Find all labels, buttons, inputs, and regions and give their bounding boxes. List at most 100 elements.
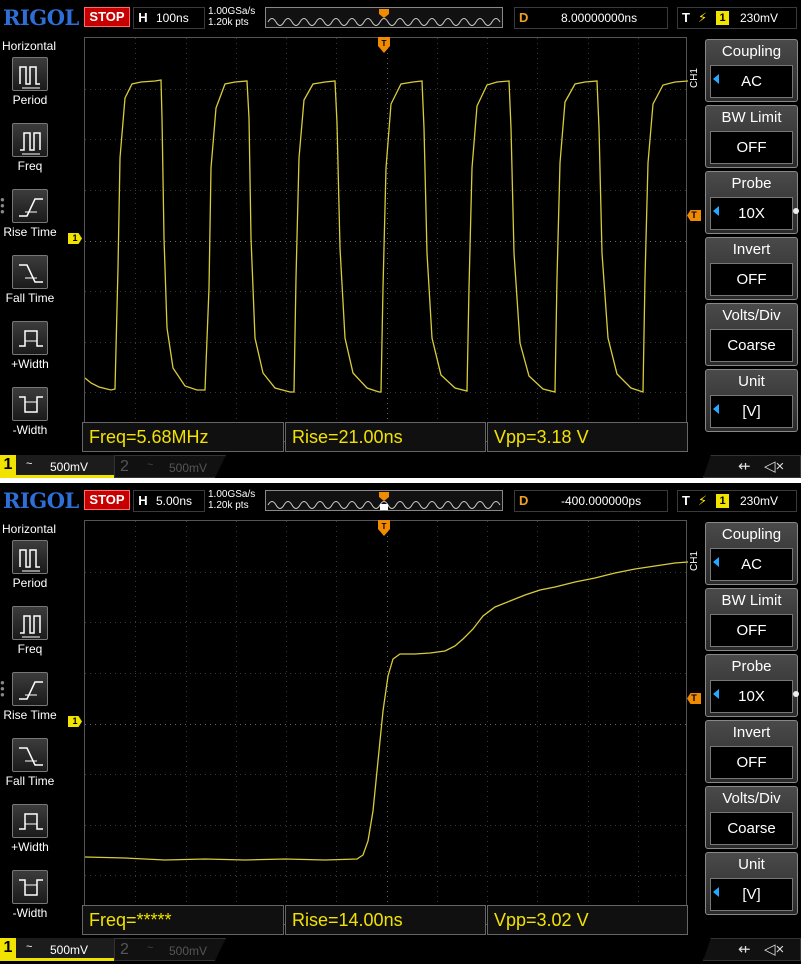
trigger-source: 1	[716, 494, 729, 508]
trigger-level-marker[interactable]: T	[687, 210, 701, 221]
sample-rate: 1.00GSa/s	[208, 489, 256, 500]
timebase-label: H	[136, 10, 150, 26]
probe-value: 10X	[710, 680, 793, 713]
timebase-indicator[interactable]: H 100ns	[133, 7, 205, 29]
speaker-mute-icon[interactable]: ◁×	[764, 942, 784, 958]
measure-period-button[interactable]: Period	[0, 538, 60, 603]
invert-softkey[interactable]: Invert OFF	[705, 720, 798, 783]
run-stop-button[interactable]: STOP	[84, 490, 130, 510]
memory-depth: 1.20k pts	[208, 17, 249, 28]
probe-title: Probe	[731, 175, 772, 192]
ch1-status-tab[interactable]: 1 ~ 500mV	[0, 455, 115, 478]
speaker-mute-icon[interactable]: ◁×	[764, 459, 784, 475]
unit-value: [V]	[710, 395, 793, 428]
delay-indicator[interactable]: D -400.000000ps	[514, 490, 668, 512]
memory-overview-bar	[265, 7, 503, 28]
measure-fall-time-button[interactable]: Fall Time	[0, 253, 60, 318]
measure-freq-button[interactable]: Freq	[0, 604, 60, 669]
ch1-offset-marker[interactable]: 1	[68, 716, 82, 727]
menu-title: Horizontal	[2, 522, 57, 536]
coupling-value: AC	[710, 548, 793, 581]
select-arrow-icon	[713, 887, 719, 897]
unit-softkey[interactable]: Unit [V]	[705, 852, 798, 915]
measure-minus-width-button[interactable]: -Width	[0, 385, 60, 450]
memory-waveform-icon	[267, 9, 501, 26]
plus-width-icon	[12, 321, 48, 355]
ac-coupling-icon: ~	[26, 941, 33, 953]
volts-div-softkey[interactable]: Volts/Div Coarse	[705, 303, 798, 366]
unit-softkey[interactable]: Unit [V]	[705, 369, 798, 432]
bw-limit-softkey[interactable]: BW Limit OFF	[705, 588, 798, 651]
channel-label: CH1	[689, 68, 700, 89]
timebase-value: 5.00ns	[156, 494, 193, 508]
menu-title: Horizontal	[2, 39, 57, 53]
waveform-graticule	[84, 520, 688, 926]
ch2-status-tab[interactable]: 2 ~ 500mV	[114, 938, 226, 961]
volts-div-value: Coarse	[710, 812, 793, 845]
ch1-waveform	[85, 561, 688, 861]
memory-waveform-icon	[267, 492, 501, 510]
trigger-indicator[interactable]: T ⚡︎ 1 230mV	[677, 7, 797, 29]
measure-plus-width-label: +Width	[11, 357, 49, 371]
channel-label: CH1	[689, 551, 700, 572]
acquisition-info: 1.00GSa/s 1.20k pts	[208, 6, 255, 28]
ch1-number: 1	[0, 455, 16, 475]
probe-title: Probe	[731, 658, 772, 675]
ch2-status-tab[interactable]: 2 ~ 500mV	[114, 455, 226, 478]
svg-text:T: T	[382, 39, 387, 48]
measure-minus-width-button[interactable]: -Width	[0, 868, 60, 933]
unit-value-text: [V]	[742, 886, 761, 903]
unit-title: Unit	[738, 373, 765, 390]
bw-limit-softkey[interactable]: BW Limit OFF	[705, 105, 798, 168]
ch2-scale: 500mV	[169, 461, 208, 475]
measure-freq-button[interactable]: Freq	[0, 121, 60, 186]
delay-indicator[interactable]: D 8.00000000ns	[514, 7, 668, 29]
sample-rate: 1.00GSa/s	[208, 6, 256, 17]
coupling-title: Coupling	[721, 43, 782, 60]
acquisition-info: 1.00GSa/s 1.20k pts	[208, 489, 255, 511]
coupling-softkey[interactable]: Coupling AC	[705, 522, 798, 585]
ch1-offset-marker[interactable]: 1	[68, 233, 82, 244]
menu-page-dot	[793, 691, 799, 697]
measure-period-label: Period	[12, 93, 48, 107]
trigger-label: T	[682, 493, 690, 508]
probe-softkey[interactable]: Probe 10X	[705, 654, 798, 717]
timebase-indicator[interactable]: H 5.00ns	[133, 490, 205, 512]
rising-edge-icon: ⚡︎	[698, 493, 708, 508]
select-arrow-icon	[713, 404, 719, 414]
coupling-value-text: AC	[741, 556, 762, 573]
volts-div-softkey[interactable]: Volts/Div Coarse	[705, 786, 798, 849]
trigger-level-marker[interactable]: T	[687, 693, 701, 704]
measure-period-button[interactable]: Period	[0, 55, 60, 120]
run-stop-button[interactable]: STOP	[84, 7, 130, 27]
measure-rise-time-label: Rise Time	[3, 708, 57, 722]
trigger-level: 230mV	[740, 11, 779, 25]
timebase-label: H	[136, 493, 150, 509]
bw-limit-title: BW Limit	[721, 592, 782, 609]
measurement-vpp: Vpp=3.02 V	[487, 905, 688, 935]
measure-plus-width-button[interactable]: +Width	[0, 802, 60, 867]
waveform-graticule	[84, 37, 688, 443]
minus-width-icon	[12, 870, 48, 904]
measure-rise-time-button[interactable]: Rise Time	[0, 187, 60, 252]
menu-page-dots: ● ● ●	[0, 195, 5, 216]
measure-fall-time-button[interactable]: Fall Time	[0, 736, 60, 801]
trigger-indicator[interactable]: T ⚡︎ 1 230mV	[677, 490, 797, 512]
coupling-value: AC	[710, 65, 793, 98]
trigger-level: 230mV	[740, 494, 779, 508]
system-status-icons: ⇷ ◁×	[703, 938, 801, 961]
measure-freq-label: Freq	[17, 642, 43, 656]
probe-softkey[interactable]: Probe 10X	[705, 171, 798, 234]
ch1-status-tab[interactable]: 1 ~ 500mV	[0, 938, 115, 961]
brand-logo: RIGOL	[3, 5, 79, 30]
measure-plus-width-button[interactable]: +Width	[0, 319, 60, 384]
delay-label: D	[519, 493, 529, 508]
menu-page-dots: ● ● ●	[0, 678, 5, 699]
measure-rise-time-button[interactable]: Rise Time	[0, 670, 60, 735]
coupling-softkey[interactable]: Coupling AC	[705, 39, 798, 102]
menu-page-dot	[793, 208, 799, 214]
period-icon	[12, 540, 48, 574]
measurement-freq: Freq=*****	[82, 905, 284, 935]
select-arrow-icon	[713, 206, 719, 216]
invert-softkey[interactable]: Invert OFF	[705, 237, 798, 300]
